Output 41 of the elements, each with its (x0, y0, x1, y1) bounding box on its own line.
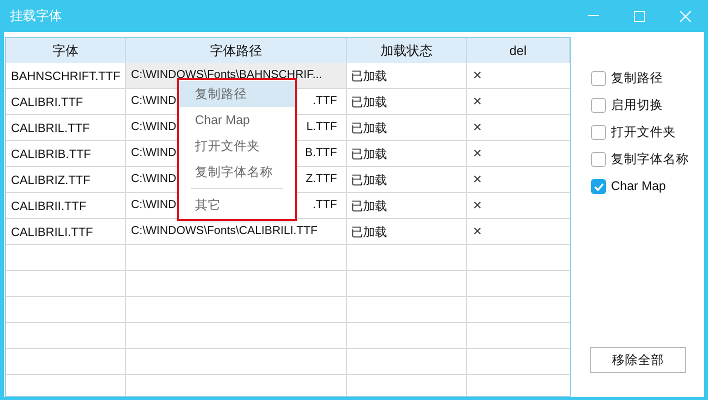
checkbox[interactable] (591, 71, 606, 86)
window-title: 挂载字体 (10, 7, 62, 26)
table-cell: 已加载 (347, 115, 467, 140)
table-cell: 已加载 (347, 193, 467, 218)
delete-button[interactable]: × (473, 172, 482, 187)
delete-button[interactable]: × (473, 94, 482, 109)
table-cell: 已加载 (347, 63, 467, 88)
table-cell: 已加载 (347, 167, 467, 192)
column-header[interactable]: del (467, 38, 570, 63)
option-checkbox[interactable]: 复制路径 (591, 65, 663, 92)
column-header[interactable]: 加载状态 (347, 38, 467, 63)
option-checkbox[interactable]: Char Map (591, 173, 666, 200)
table-cell: 已加载 (347, 89, 467, 114)
table-cell: 已加载 (347, 219, 467, 244)
checkbox[interactable] (591, 152, 606, 167)
delete-button[interactable]: × (473, 68, 482, 83)
table-cell: CALIBRIZ.TTF (6, 167, 126, 192)
remove-all-button[interactable]: 移除全部 (590, 347, 686, 373)
table-cell: CALIBRILI.TTF (6, 219, 126, 244)
menu-item[interactable]: 其它 (179, 192, 295, 218)
table-cell: CALIBRIL.TTF (6, 115, 126, 140)
column-header[interactable]: 字体 (6, 38, 126, 63)
table-cell: 已加载 (347, 141, 467, 166)
checkbox[interactable] (591, 125, 606, 140)
option-checkbox[interactable]: 打开文件夹 (591, 119, 676, 146)
checkmark-icon (594, 182, 604, 190)
table-cell: CALIBRIB.TTF (6, 141, 126, 166)
close-icon (680, 10, 690, 22)
table-cell: CALIBRII.TTF (6, 193, 126, 218)
delete-button[interactable]: × (473, 224, 482, 239)
checkbox[interactable] (591, 179, 606, 194)
option-checkbox[interactable]: 复制字体名称 (591, 146, 689, 173)
minimize-icon (588, 15, 598, 17)
checkbox[interactable] (591, 98, 606, 113)
option-checkbox[interactable]: 启用切换 (591, 92, 663, 119)
delete-button[interactable]: × (473, 120, 482, 135)
maximize-icon (634, 10, 644, 22)
delete-button[interactable]: × (473, 198, 482, 213)
menu-item[interactable]: 复制路径 (179, 81, 295, 107)
table-cell: CALIBRI.TTF (6, 89, 126, 114)
delete-button[interactable]: × (473, 146, 482, 161)
